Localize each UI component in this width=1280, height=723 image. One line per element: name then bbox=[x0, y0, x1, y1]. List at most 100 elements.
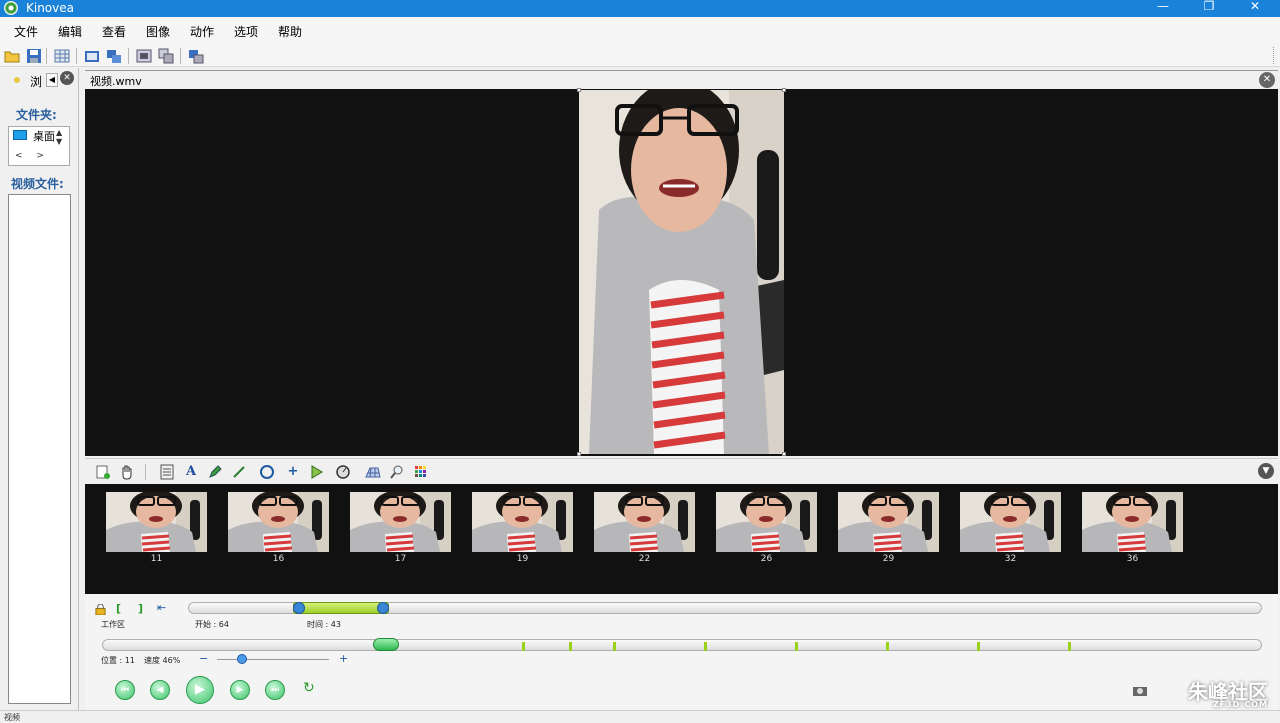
color-palette-icon[interactable] bbox=[413, 464, 429, 480]
title-bar: Kinovea — ❐ ✕ bbox=[0, 0, 1280, 17]
video-file-list[interactable] bbox=[8, 194, 71, 704]
keyframe-marker[interactable] bbox=[977, 642, 980, 651]
watermark-sub: ZF3D.COM bbox=[1212, 700, 1268, 709]
keyframe-label: 11 bbox=[150, 554, 163, 564]
snapshot-icon[interactable] bbox=[1132, 684, 1148, 697]
set-end-icon[interactable]: ] bbox=[138, 602, 143, 615]
keyframe-strip: 11 16 17 19 22 26 29 32 36 bbox=[85, 484, 1278, 594]
explorer-tab[interactable]: 浏 bbox=[30, 73, 42, 90]
minimize-button[interactable]: — bbox=[1140, 0, 1186, 16]
playhead[interactable] bbox=[373, 638, 399, 651]
keyframe-thumbnail[interactable] bbox=[716, 492, 817, 552]
keyframe-thumbnail[interactable] bbox=[106, 492, 207, 552]
keyframe-marker[interactable] bbox=[1068, 642, 1071, 651]
pencil-icon[interactable] bbox=[207, 464, 223, 480]
keyframe-marker[interactable] bbox=[886, 642, 889, 651]
line-tool-icon[interactable] bbox=[231, 464, 247, 480]
close-panel-button[interactable]: ✕ bbox=[60, 71, 74, 85]
menu-bar: 文件 编辑 查看 图像 动作 选项 帮助 bbox=[0, 17, 1280, 45]
video-file-title: 视频.wmv bbox=[90, 75, 142, 88]
mixed-mode-icon[interactable] bbox=[188, 48, 204, 64]
folder-item-desktop[interactable]: 桌面 bbox=[33, 128, 55, 144]
main-toolbar bbox=[0, 45, 1280, 67]
close-button[interactable]: ✕ bbox=[1232, 0, 1278, 16]
perspective-grid-icon[interactable] bbox=[365, 464, 381, 480]
previous-frame-button[interactable]: ◀ bbox=[150, 680, 170, 700]
navigation-track[interactable] bbox=[102, 639, 1262, 651]
loop-icon[interactable]: ↻ bbox=[303, 680, 315, 696]
chrono-icon[interactable] bbox=[335, 464, 351, 480]
window-title: Kinovea bbox=[26, 1, 74, 15]
video-frame[interactable] bbox=[579, 90, 784, 454]
open-folder-icon[interactable] bbox=[4, 48, 20, 64]
keyframe-label: 26 bbox=[760, 554, 773, 564]
collapse-panel-icon[interactable]: ▼ bbox=[1258, 463, 1274, 479]
working-zone-label: 工作区 bbox=[101, 620, 125, 629]
menu-image[interactable]: 图像 bbox=[146, 23, 170, 40]
speed-increase-button[interactable]: + bbox=[339, 652, 348, 665]
speed-decrease-button[interactable]: − bbox=[199, 652, 208, 665]
menu-file[interactable]: 文件 bbox=[14, 23, 38, 40]
dual-capture-icon[interactable] bbox=[158, 48, 174, 64]
keyframe-marker[interactable] bbox=[704, 642, 707, 651]
keyframe-label: 22 bbox=[638, 554, 651, 564]
speed-slider-knob[interactable] bbox=[237, 654, 247, 664]
keyframe-thumbnail[interactable] bbox=[1082, 492, 1183, 552]
keyframe-thumbnail[interactable] bbox=[350, 492, 451, 552]
angle-tool-icon[interactable] bbox=[309, 464, 325, 480]
keyframe-label: 32 bbox=[1004, 554, 1017, 564]
speed-slider[interactable] bbox=[217, 659, 329, 660]
file-explorer-panel: 浏 ◀ ✕ 文件夹: 桌面 ▲ ▼ <> 视频文件: bbox=[0, 68, 79, 710]
close-video-button[interactable]: ✕ bbox=[1259, 72, 1275, 88]
zone-end-handle[interactable] bbox=[377, 602, 389, 614]
set-start-icon[interactable]: [ bbox=[116, 602, 121, 615]
play-button[interactable]: ▶ bbox=[186, 676, 214, 704]
keyframe-marker[interactable] bbox=[613, 642, 616, 651]
keyframe-label: 17 bbox=[394, 554, 407, 564]
hand-tool-icon[interactable] bbox=[119, 464, 135, 480]
text-tool-icon[interactable]: A bbox=[183, 464, 199, 480]
reset-zone-icon[interactable]: ⇤ bbox=[157, 601, 166, 614]
magnifier-icon[interactable] bbox=[389, 464, 405, 480]
grid-view-icon[interactable] bbox=[54, 48, 70, 64]
capture-icon[interactable] bbox=[136, 48, 152, 64]
desktop-icon bbox=[13, 130, 27, 140]
menu-motion[interactable]: 动作 bbox=[190, 23, 214, 40]
tab-scroll-left-button[interactable]: ◀ bbox=[46, 73, 58, 87]
app-icon bbox=[4, 1, 18, 15]
folder-horizontal-scroll[interactable]: <> bbox=[15, 151, 58, 161]
watermark: 朱峰社区 ZF3D.COM bbox=[1188, 676, 1268, 710]
maximize-button[interactable]: ❐ bbox=[1186, 0, 1232, 16]
first-frame-button[interactable]: ⏮ bbox=[115, 680, 135, 700]
lock-icon[interactable] bbox=[95, 604, 106, 615]
keyframe-thumbnail[interactable] bbox=[472, 492, 573, 552]
dual-player-icon[interactable] bbox=[106, 48, 122, 64]
keyframe-thumbnail[interactable] bbox=[960, 492, 1061, 552]
zone-start-handle[interactable] bbox=[293, 602, 305, 614]
position-label: 位置 : 11 bbox=[101, 656, 135, 665]
menu-options[interactable]: 选项 bbox=[234, 23, 258, 40]
menu-view[interactable]: 查看 bbox=[102, 23, 126, 40]
next-frame-button[interactable]: ▶ bbox=[230, 680, 250, 700]
comment-icon[interactable] bbox=[159, 464, 175, 480]
cross-marker-icon[interactable]: + bbox=[285, 464, 301, 480]
video-viewer[interactable] bbox=[85, 88, 1278, 456]
working-zone-selection[interactable] bbox=[293, 602, 389, 614]
keyframe-marker[interactable] bbox=[569, 642, 572, 651]
keyframe-thumbnail[interactable] bbox=[838, 492, 939, 552]
menu-edit[interactable]: 编辑 bbox=[58, 23, 82, 40]
menu-help[interactable]: 帮助 bbox=[278, 23, 302, 40]
keyframe-marker[interactable] bbox=[795, 642, 798, 651]
keyframe-thumbnail[interactable] bbox=[228, 492, 329, 552]
zone-duration-label: 时间 : 43 bbox=[307, 620, 341, 629]
single-player-icon[interactable] bbox=[84, 48, 100, 64]
keyframe-label: 29 bbox=[882, 554, 895, 564]
keyframe-marker[interactable] bbox=[522, 642, 525, 651]
last-frame-button[interactable]: ⏭ bbox=[265, 680, 285, 700]
folder-tree[interactable]: 桌面 ▲ ▼ <> bbox=[8, 126, 70, 166]
folder-scroll-arrows[interactable]: ▲ ▼ bbox=[56, 128, 62, 146]
save-icon[interactable] bbox=[26, 48, 42, 64]
keyframe-thumbnail[interactable] bbox=[594, 492, 695, 552]
circle-tool-icon[interactable] bbox=[259, 464, 275, 480]
add-keyframe-icon[interactable] bbox=[95, 464, 111, 480]
